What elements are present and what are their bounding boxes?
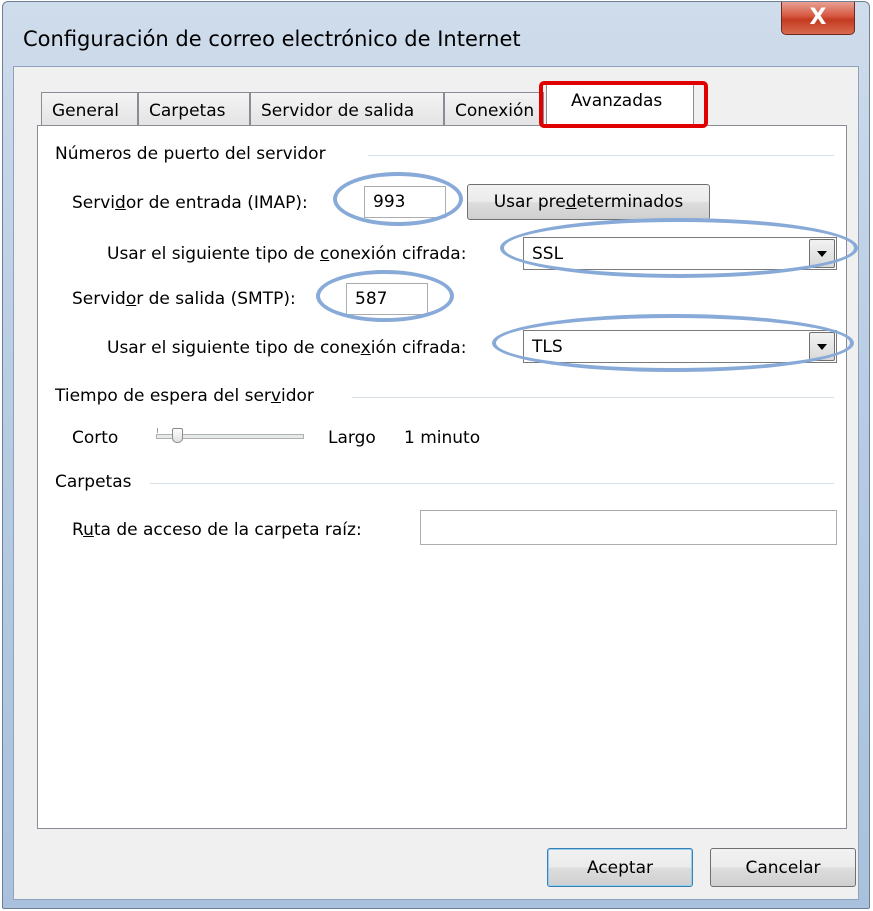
select-value: SSL [532,244,564,264]
tab-label: Servidor de salida [261,101,415,121]
use-defaults-button[interactable]: Usar pre d eterminados [467,184,710,220]
incoming-server-label: Servidor de entrada (IMAP): [72,193,308,213]
window-title: Configuración de correo electrónico de I… [23,27,521,51]
tab-panel-avanzadas [37,125,847,829]
tab-label: Carpetas [149,101,226,121]
root-folder-label: Ruta de acceso de la carpeta raíz: [72,520,362,540]
incoming-encryption-label: Usar el siguiente tipo de conexión cifra… [107,244,467,264]
tab-label: Conexión [455,101,535,121]
title-bar[interactable]: Configuración de correo electrónico de I… [3,2,869,66]
tab-carpetas[interactable]: Carpetas [138,92,250,126]
timeout-value: 1 minuto [404,428,481,448]
select-value: TLS [532,337,563,357]
timeout-min-label: Corto [72,428,119,448]
slider-thumb[interactable] [172,428,183,443]
tab-conexion[interactable]: Conexión [444,92,544,126]
incoming-port-input[interactable]: 993 [364,186,446,218]
tab-highlight-annotation [539,81,708,128]
outgoing-encryption-select[interactable]: TLS [523,330,837,363]
close-button[interactable]: X [781,2,855,35]
chevron-down-icon[interactable] [809,332,835,361]
group-title-timeout: Tiempo de espera del servidor [55,386,314,406]
tab-servidor-salida[interactable]: Servidor de salida [250,92,444,126]
group-divider [352,397,834,399]
group-divider [368,155,834,157]
timeout-max-label: Largo [328,428,376,448]
group-title-folders: Carpetas [55,472,132,492]
incoming-encryption-select[interactable]: SSL [523,237,837,270]
group-title-ports: Números de puerto del servidor [55,144,326,164]
slider-tick [157,428,158,433]
root-folder-input[interactable] [420,510,837,545]
tab-general[interactable]: General [41,92,138,126]
close-icon: X [809,5,827,30]
outgoing-server-label: Servidor de salida (SMTP): [72,289,296,309]
chevron-down-icon[interactable] [809,239,835,268]
outgoing-encryption-label: Usar el siguiente tipo de conexión cifra… [107,338,467,358]
timeout-slider[interactable] [156,426,304,450]
ok-button[interactable]: Aceptar [547,848,693,887]
cancel-button[interactable]: Cancelar [710,848,856,887]
tab-label: General [52,101,119,121]
outgoing-port-input[interactable]: 587 [346,283,428,315]
group-divider [150,483,834,485]
